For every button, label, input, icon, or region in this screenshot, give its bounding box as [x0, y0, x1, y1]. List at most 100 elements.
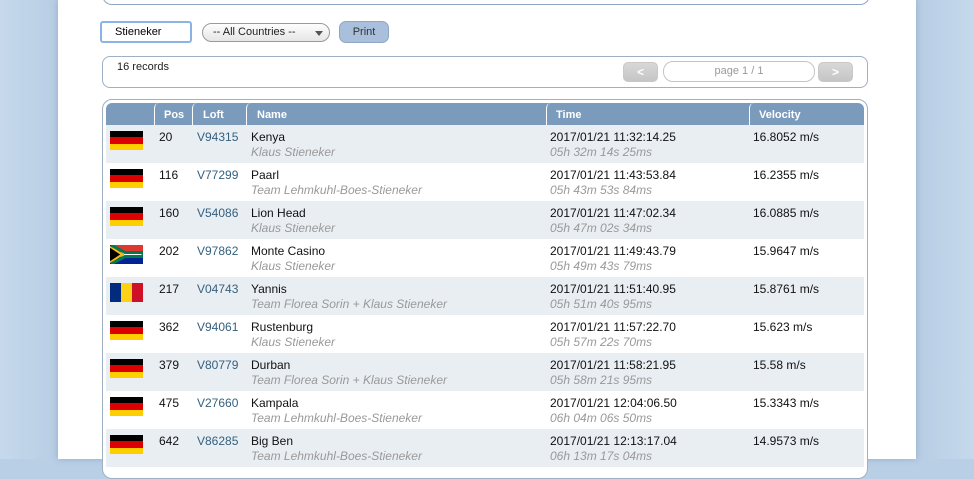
row-owner: Team Lehmkuhl-Boes-Stieneker — [251, 183, 422, 197]
row-duration: 05h 57m 22s 70ms — [550, 335, 653, 349]
row-arrival-time: 2017/01/21 11:57:22.70 — [550, 320, 676, 334]
flag-romania-icon — [110, 283, 143, 302]
row-duration: 05h 49m 43s 79ms — [550, 259, 653, 273]
table-row[interactable]: 116 V77299 Paarl Team Lehmkuhl-Boes-Stienek… — [106, 163, 864, 201]
row-owner: Klaus Stieneker — [251, 259, 336, 273]
row-duration: 06h 13m 17s 04ms — [550, 449, 653, 463]
row-owner: Klaus Stieneker — [251, 145, 336, 159]
row-duration: 05h 47m 02s 34ms — [550, 221, 653, 235]
flag-germany-icon — [110, 359, 143, 378]
row-pigeon-name: Durban — [251, 358, 291, 372]
table-header: Pos Loft Name Time Velocity — [106, 103, 864, 125]
table-row[interactable]: 202 V97862 Monte Casino Klaus Stieneker 2017… — [106, 239, 864, 277]
top-panel-edge — [102, 0, 870, 5]
flag-germany-icon — [110, 131, 143, 150]
row-velocity: 15.58 m/s — [753, 358, 806, 372]
row-owner: Klaus Stieneker — [251, 335, 336, 349]
row-duration: 06h 04m 06s 50ms — [550, 411, 653, 425]
row-arrival-time: 2017/01/21 11:49:43.79 — [550, 244, 676, 258]
header-velocity[interactable]: Velocity — [749, 103, 864, 125]
row-owner: Team Lehmkuhl-Boes-Stieneker — [251, 411, 422, 425]
row-loft-link[interactable]: V27660 — [197, 396, 238, 410]
row-velocity: 15.8761 m/s — [753, 282, 820, 296]
row-pigeon-name: Monte Casino — [251, 244, 326, 258]
row-loft-link[interactable]: V94061 — [197, 320, 238, 334]
row-loft-link[interactable]: V97862 — [197, 244, 238, 258]
row-owner: Klaus Stieneker — [251, 221, 336, 235]
header-time[interactable]: Time — [546, 103, 749, 125]
content-panel: -- All Countries -- Print 16 records < p… — [58, 0, 916, 479]
search-input[interactable] — [100, 21, 192, 43]
header-flag — [106, 103, 154, 125]
row-pigeon-name: Rustenburg — [251, 320, 314, 334]
flag-south-africa-icon — [110, 245, 143, 264]
row-pigeon-name: Yannis — [251, 282, 287, 296]
next-page-button[interactable]: > — [818, 62, 853, 82]
row-loft-link[interactable]: V77299 — [197, 168, 238, 182]
row-duration: 05h 43m 53s 84ms — [550, 183, 653, 197]
row-loft-link[interactable]: V86285 — [197, 434, 238, 448]
table-row[interactable]: 642 V86285 Big Ben Team Lehmkuhl-Boes-Stien… — [106, 429, 864, 467]
flag-germany-icon — [110, 169, 143, 188]
country-select-value: -- All Countries -- — [213, 26, 296, 38]
row-pigeon-name: Kampala — [251, 396, 299, 410]
row-pos: 475 — [159, 396, 180, 410]
row-velocity: 15.9647 m/s — [753, 244, 820, 258]
row-owner: Team Lehmkuhl-Boes-Stieneker — [251, 449, 422, 463]
header-loft[interactable]: Loft — [192, 103, 246, 125]
pager-bar: 16 records < page 1 / 1 > — [102, 56, 868, 88]
results-table: Pos Loft Name Time Velocity 20 V94315 Keny… — [102, 99, 868, 479]
row-pigeon-name: Paarl — [251, 168, 280, 182]
row-loft-link[interactable]: V54086 — [197, 206, 238, 220]
row-loft-link[interactable]: V80779 — [197, 358, 238, 372]
flag-germany-icon — [110, 207, 143, 226]
row-velocity: 16.0885 m/s — [753, 206, 820, 220]
table-row[interactable]: 217 V04743 Yannis Team Florea Sorin + Klaus… — [106, 277, 864, 315]
row-arrival-time: 2017/01/21 12:04:06.50 — [550, 396, 677, 410]
row-pos: 20 — [159, 130, 173, 144]
row-owner: Team Florea Sorin + Klaus Stieneker — [251, 373, 447, 387]
country-select[interactable]: -- All Countries -- — [202, 23, 330, 42]
table-row[interactable]: 20 V94315 Kenya Klaus Stieneker 2017/01/21 1… — [106, 125, 864, 163]
flag-germany-icon — [110, 435, 143, 454]
table-row[interactable]: 379 V80779 Durban Team Florea Sorin + Klaus… — [106, 353, 864, 391]
row-pos: 642 — [159, 434, 180, 448]
background-right — [916, 0, 974, 459]
print-button[interactable]: Print — [339, 21, 389, 43]
row-pos: 379 — [159, 358, 180, 372]
row-velocity: 15.3343 m/s — [753, 396, 820, 410]
row-pos: 116 — [159, 168, 179, 182]
row-arrival-time: 2017/01/21 11:51:40.95 — [550, 282, 676, 296]
row-velocity: 16.8052 m/s — [753, 130, 820, 144]
row-loft-link[interactable]: V94315 — [197, 130, 238, 144]
row-duration: 05h 58m 21s 95ms — [550, 373, 653, 387]
row-pigeon-name: Kenya — [251, 130, 286, 144]
row-arrival-time: 2017/01/21 11:58:21.95 — [550, 358, 676, 372]
row-pos: 362 — [159, 320, 180, 334]
background-left — [0, 0, 58, 459]
row-velocity: 15.623 m/s — [753, 320, 813, 334]
row-duration: 05h 32m 14s 25ms — [550, 145, 653, 159]
row-arrival-time: 2017/01/21 11:47:02.34 — [550, 206, 676, 220]
table-row[interactable]: 362 V94061 Rustenburg Klaus Stieneker 2017/0… — [106, 315, 864, 353]
row-pigeon-name: Big Ben — [251, 434, 294, 448]
table-row[interactable]: 475 V27660 Kampala Team Lehmkuhl-Boes-Stien… — [106, 391, 864, 429]
row-velocity: 16.2355 m/s — [753, 168, 820, 182]
flag-germany-icon — [110, 397, 143, 416]
row-duration: 05h 51m 40s 95ms — [550, 297, 653, 311]
header-name[interactable]: Name — [246, 103, 546, 125]
row-pos: 217 — [159, 282, 180, 296]
row-pos: 160 — [159, 206, 180, 220]
prev-page-button[interactable]: < — [623, 62, 658, 82]
table-row[interactable]: 160 V54086 Lion Head Klaus Stieneker 2017/01… — [106, 201, 864, 239]
header-pos[interactable]: Pos — [154, 103, 192, 125]
row-pos: 202 — [159, 244, 180, 258]
row-arrival-time: 2017/01/21 12:13:17.04 — [550, 434, 677, 448]
row-loft-link[interactable]: V04743 — [197, 282, 238, 296]
records-count: 16 records — [117, 61, 169, 73]
page-indicator: page 1 / 1 — [663, 61, 815, 82]
flag-germany-icon — [110, 321, 143, 340]
row-velocity: 14.9573 m/s — [753, 434, 820, 448]
row-owner: Team Florea Sorin + Klaus Stieneker — [251, 297, 447, 311]
row-pigeon-name: Lion Head — [251, 206, 306, 220]
